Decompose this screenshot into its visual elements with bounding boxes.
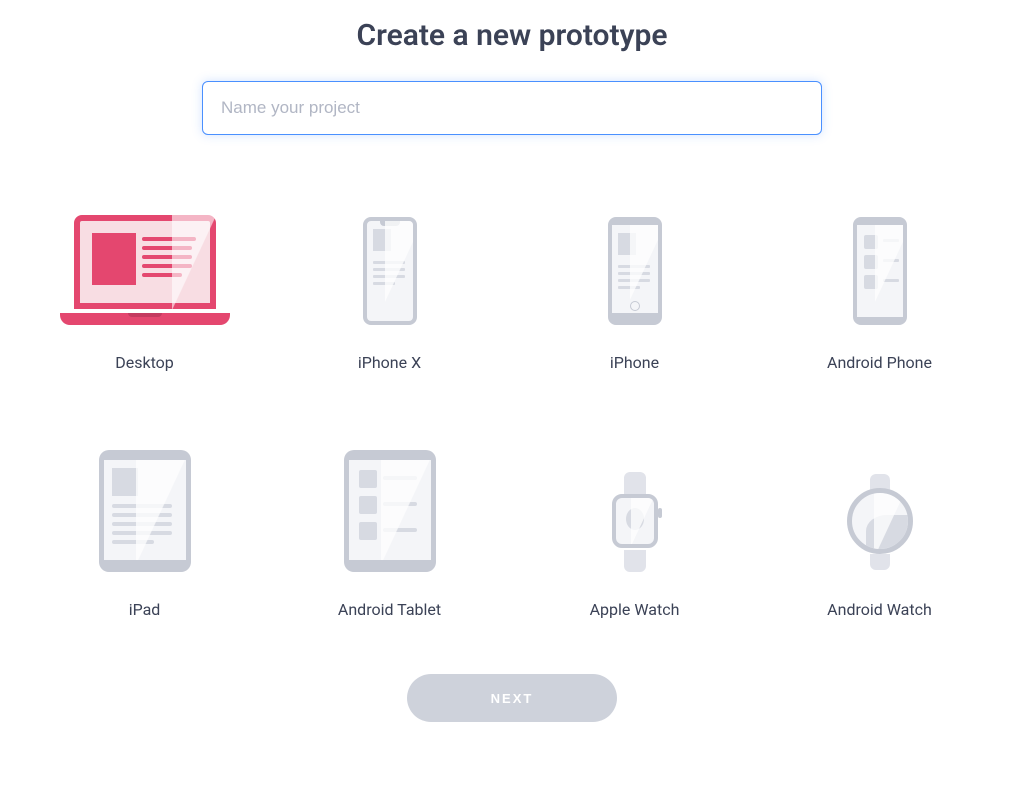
- iphone-x-icon: [363, 205, 417, 325]
- android-phone-icon: [853, 205, 907, 325]
- device-label: Android Watch: [827, 600, 932, 619]
- device-grid: Desktop iPhone X iPhone: [32, 205, 992, 619]
- device-label: Apple Watch: [590, 600, 680, 619]
- ipad-icon: [99, 442, 191, 572]
- desktop-icon: [60, 205, 230, 325]
- next-button[interactable]: NEXT: [407, 674, 617, 722]
- device-label: iPad: [129, 600, 161, 619]
- device-option-desktop[interactable]: Desktop: [32, 205, 257, 372]
- android-watch-icon: [840, 442, 920, 572]
- device-label: Android Tablet: [338, 600, 441, 619]
- device-label: iPhone: [610, 353, 659, 372]
- page-title: Create a new prototype: [356, 18, 667, 53]
- device-option-android-phone[interactable]: Android Phone: [767, 205, 992, 372]
- device-option-iphone-x[interactable]: iPhone X: [277, 205, 502, 372]
- iphone-icon: [608, 205, 662, 325]
- project-name-input[interactable]: [202, 81, 822, 135]
- device-option-android-watch[interactable]: Android Watch: [767, 442, 992, 619]
- device-label: iPhone X: [358, 353, 421, 372]
- device-option-ipad[interactable]: iPad: [32, 442, 257, 619]
- device-option-iphone[interactable]: iPhone: [522, 205, 747, 372]
- device-option-apple-watch[interactable]: Apple Watch: [522, 442, 747, 619]
- apple-watch-icon: [605, 442, 665, 572]
- device-option-android-tablet[interactable]: Android Tablet: [277, 442, 502, 619]
- device-label: Android Phone: [827, 353, 932, 372]
- device-label: Desktop: [115, 353, 174, 372]
- android-tablet-icon: [344, 442, 436, 572]
